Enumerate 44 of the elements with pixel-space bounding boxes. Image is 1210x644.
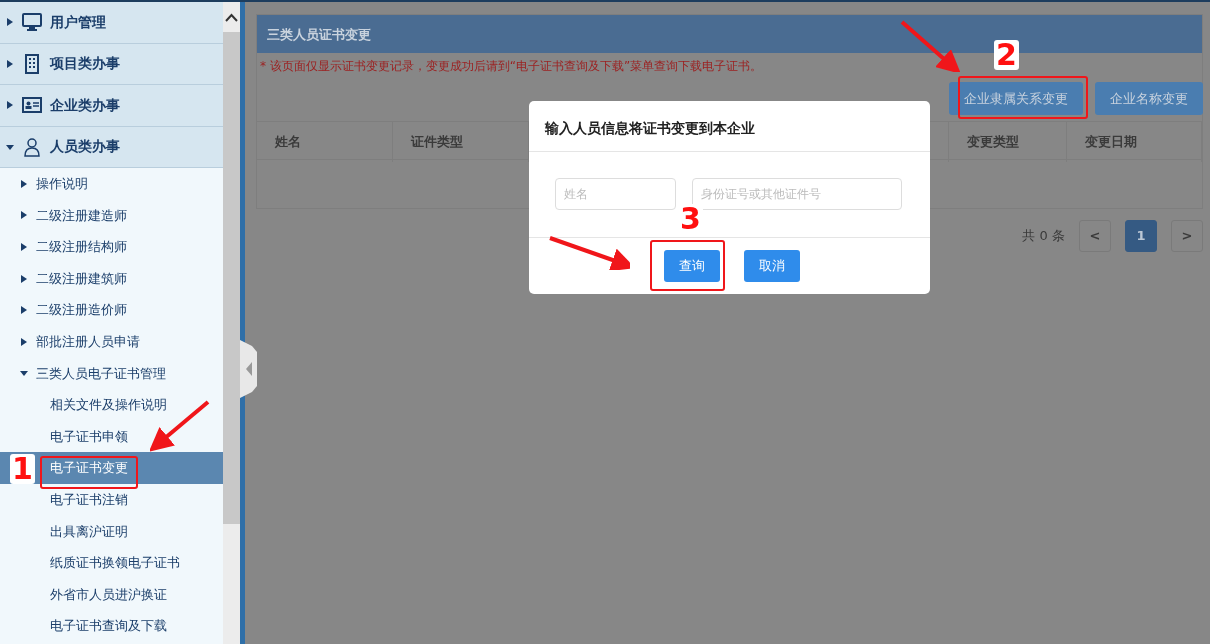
dialog-title: 输入人员信息将证书变更到本企业 <box>529 101 930 152</box>
id-card-icon <box>22 95 42 116</box>
building-icon <box>22 53 42 74</box>
name-field[interactable]: 姓名 <box>555 178 676 210</box>
sidebar-item[interactable]: 二级注册造价师 <box>0 294 223 326</box>
column-header: 变更类型 <box>949 122 1067 162</box>
sidebar-subitem[interactable]: 1 电子证书变更 <box>0 452 223 484</box>
scrollbar-thumb[interactable] <box>223 32 240 524</box>
column-header: 姓名 <box>257 122 393 162</box>
caret-right-icon <box>6 17 14 28</box>
caret-right-icon <box>20 273 28 284</box>
sidebar-item[interactable]: 部批注册人员申请 <box>0 325 223 358</box>
sidebar-item[interactable]: 二级注册建造师 <box>0 199 223 232</box>
caret-right-icon <box>20 210 28 221</box>
sidebar-item[interactable]: 操作说明 <box>0 168 223 200</box>
sidebar-item[interactable]: 二级注册结构师 <box>0 231 223 263</box>
caret-right-icon <box>20 178 28 189</box>
person-icon <box>22 136 42 157</box>
caret-right-icon <box>6 100 14 111</box>
caret-right-icon <box>6 58 14 69</box>
page-button[interactable]: 1 <box>1125 220 1157 252</box>
collapse-handle[interactable] <box>240 340 257 398</box>
step-number: 1 <box>10 454 35 485</box>
caret-right-icon <box>20 336 28 347</box>
sidebar-subitem[interactable]: 纸质证书换领电子证书 <box>0 547 223 579</box>
sidebar-subitem[interactable]: 电子证书查询及下载 <box>0 610 223 642</box>
column-header: 变更日期 <box>1067 122 1202 162</box>
sidebar-subitem[interactable]: 电子证书申领 <box>0 420 223 453</box>
sidebar-subitem[interactable]: 电子证书注销 <box>0 483 223 516</box>
sidebar-item[interactable]: 三类人员电子证书管理 <box>0 357 223 390</box>
sidebar-subitem[interactable]: 外省市人员进沪换证 <box>0 578 223 611</box>
monitor-icon <box>22 12 42 33</box>
sidebar-group[interactable]: 用户管理 <box>0 2 223 44</box>
annotation-arrow <box>898 20 960 72</box>
notice-text: * 该页面仅显示证书变更记录，变更成功后请到“电子证书查询及下载”菜单查询下载电子证书。 <box>259 58 764 75</box>
sidebar-group[interactable]: 项目类办事 <box>0 43 223 85</box>
sidebar-subitem[interactable]: 出具离沪证明 <box>0 515 223 548</box>
caret-right-icon <box>20 305 28 316</box>
total-count: 共 0 条 <box>1022 227 1065 246</box>
sidebar-group[interactable]: 人员类办事 <box>0 126 223 168</box>
caret-right-icon <box>20 242 28 252</box>
sidebar-subitem[interactable]: 相关文件及操作说明 <box>0 389 223 421</box>
sidebar-item[interactable]: 二级注册建筑师 <box>0 262 223 295</box>
sidebar-group[interactable]: 企业类办事 <box>0 85 223 127</box>
